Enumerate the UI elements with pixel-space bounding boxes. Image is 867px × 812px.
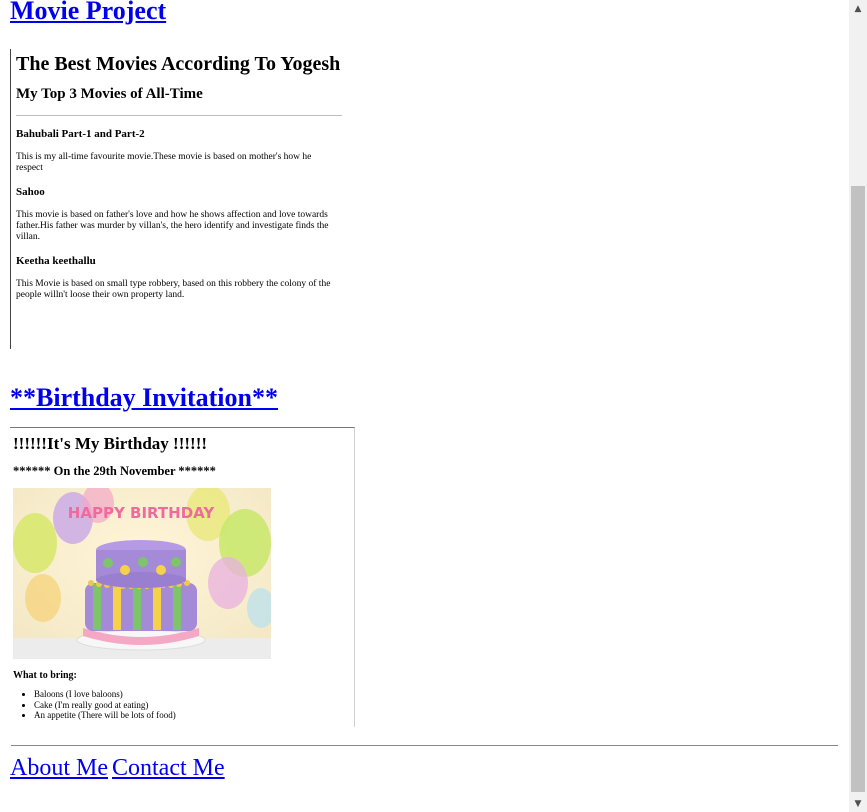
footer-links: About Me Contact Me — [10, 754, 839, 782]
footer-divider — [11, 745, 838, 746]
bring-item-2: Cake (I'm really good at eating) — [34, 700, 354, 711]
birthday-invitation-frame: !!!!!!It's My Birthday !!!!!! ****** On … — [10, 427, 355, 727]
movie-description-2: This movie is based on father's love and… — [16, 210, 329, 242]
birthday-invitation-link[interactable]: **Birthday Invitation** — [10, 383, 278, 413]
about-me-link[interactable]: About Me — [10, 755, 108, 781]
movie-name-2: Sahoo — [16, 186, 45, 198]
movie-heading: The Best Movies According To Yogesh — [16, 53, 341, 75]
movie-name-3: Keetha keethallu — [16, 255, 96, 267]
birthday-heading: !!!!!!It's My Birthday !!!!!! — [13, 434, 208, 453]
page-viewport: Movie Project The Best Movies According … — [0, 0, 849, 812]
what-to-bring-heading: What to bring: — [13, 670, 77, 681]
movie-name-1: Bahubali Part-1 and Part-2 — [16, 128, 145, 140]
contact-me-link[interactable]: Contact Me — [112, 755, 225, 781]
bring-item-3: An appetite (There will be lots of food) — [34, 710, 354, 721]
bring-item-1: Baloons (I love baloons) — [34, 689, 354, 700]
movie-project-link[interactable]: Movie Project — [10, 0, 166, 26]
bring-list: Baloons (I love baloons) Cake (I'm reall… — [13, 689, 354, 721]
scroll-down-arrow-icon[interactable]: ▼ — [849, 795, 867, 812]
scrollbar-thumb[interactable] — [851, 186, 865, 792]
movie-description-1: This is my all-time favourite movie.Thes… — [16, 152, 312, 173]
scroll-up-arrow-icon[interactable]: ▲ — [849, 0, 867, 17]
movie-subheading: My Top 3 Movies of All-Time — [16, 86, 203, 102]
birthday-cake-image: HAPPY BIRTHDAY — [13, 488, 271, 659]
movie-project-frame: The Best Movies According To Yogesh My T… — [10, 49, 342, 349]
movie-description-3: This Movie is based on small type robber… — [16, 279, 331, 300]
cake-candle-text: HAPPY BIRTHDAY — [68, 504, 216, 522]
vertical-scrollbar[interactable]: ▲ ▼ — [849, 0, 867, 812]
page-content: Movie Project The Best Movies According … — [0, 0, 849, 782]
birthday-date: ****** On the 29th November ****** — [13, 464, 216, 478]
movie-divider — [16, 115, 342, 116]
